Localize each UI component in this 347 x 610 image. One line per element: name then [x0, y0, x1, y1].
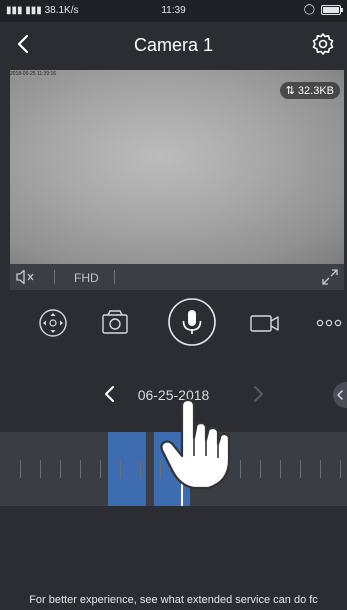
timeline-tick — [100, 460, 101, 478]
video-timestamp: 2018-06-25 11:39:16 — [10, 71, 57, 77]
status-time: 11:39 — [161, 5, 186, 16]
timeline-tick — [120, 460, 121, 478]
video-preview[interactable]: 2018-06-25 11:39:16 ⇅ 32.3KB — [10, 70, 344, 264]
more-icon[interactable] — [312, 302, 347, 344]
record-icon[interactable] — [244, 302, 286, 344]
quality-selector[interactable]: FHD — [74, 271, 99, 285]
divider — [114, 270, 115, 284]
header: Camera 1 — [0, 22, 347, 68]
timeline-tick — [320, 460, 321, 478]
divider — [54, 270, 55, 284]
timeline-tick — [300, 460, 301, 478]
battery-icon — [321, 4, 343, 15]
page-title: Camera 1 — [133, 35, 214, 55]
mute-icon[interactable] — [16, 269, 36, 285]
timeline-tick — [260, 460, 261, 478]
video-toolbar: FHD — [10, 264, 344, 290]
microphone-icon[interactable] — [166, 296, 218, 348]
timeline-tick — [60, 460, 61, 478]
timeline-tick — [340, 460, 341, 478]
snapshot-icon[interactable] — [94, 302, 136, 344]
bitrate-value: 32.3KB — [297, 85, 334, 97]
side-panel-tab[interactable] — [333, 382, 347, 408]
timeline-tick — [280, 460, 281, 478]
timeline-tick — [140, 460, 141, 478]
gear-icon[interactable] — [311, 32, 335, 56]
timeline-tick — [240, 460, 241, 478]
hand-pointer-icon — [158, 398, 238, 492]
promo-banner[interactable]: For better experience, see what extended… — [0, 590, 347, 610]
alarm-icon: ◯ — [303, 4, 315, 15]
status-icons: ◯ — [303, 4, 343, 15]
bitrate-badge: ⇅ 32.3KB — [279, 82, 340, 99]
control-row — [0, 292, 347, 362]
fullscreen-icon[interactable] — [322, 269, 338, 285]
timeline-tick — [80, 460, 81, 478]
ptz-icon[interactable] — [32, 302, 74, 344]
status-bar: ▮▮▮ ▮▮▮ 38.1K/s 11:39 ◯ — [0, 0, 347, 22]
timeline-tick — [40, 460, 41, 478]
timeline-tick — [20, 460, 21, 478]
chevron-right-icon[interactable] — [248, 383, 268, 405]
